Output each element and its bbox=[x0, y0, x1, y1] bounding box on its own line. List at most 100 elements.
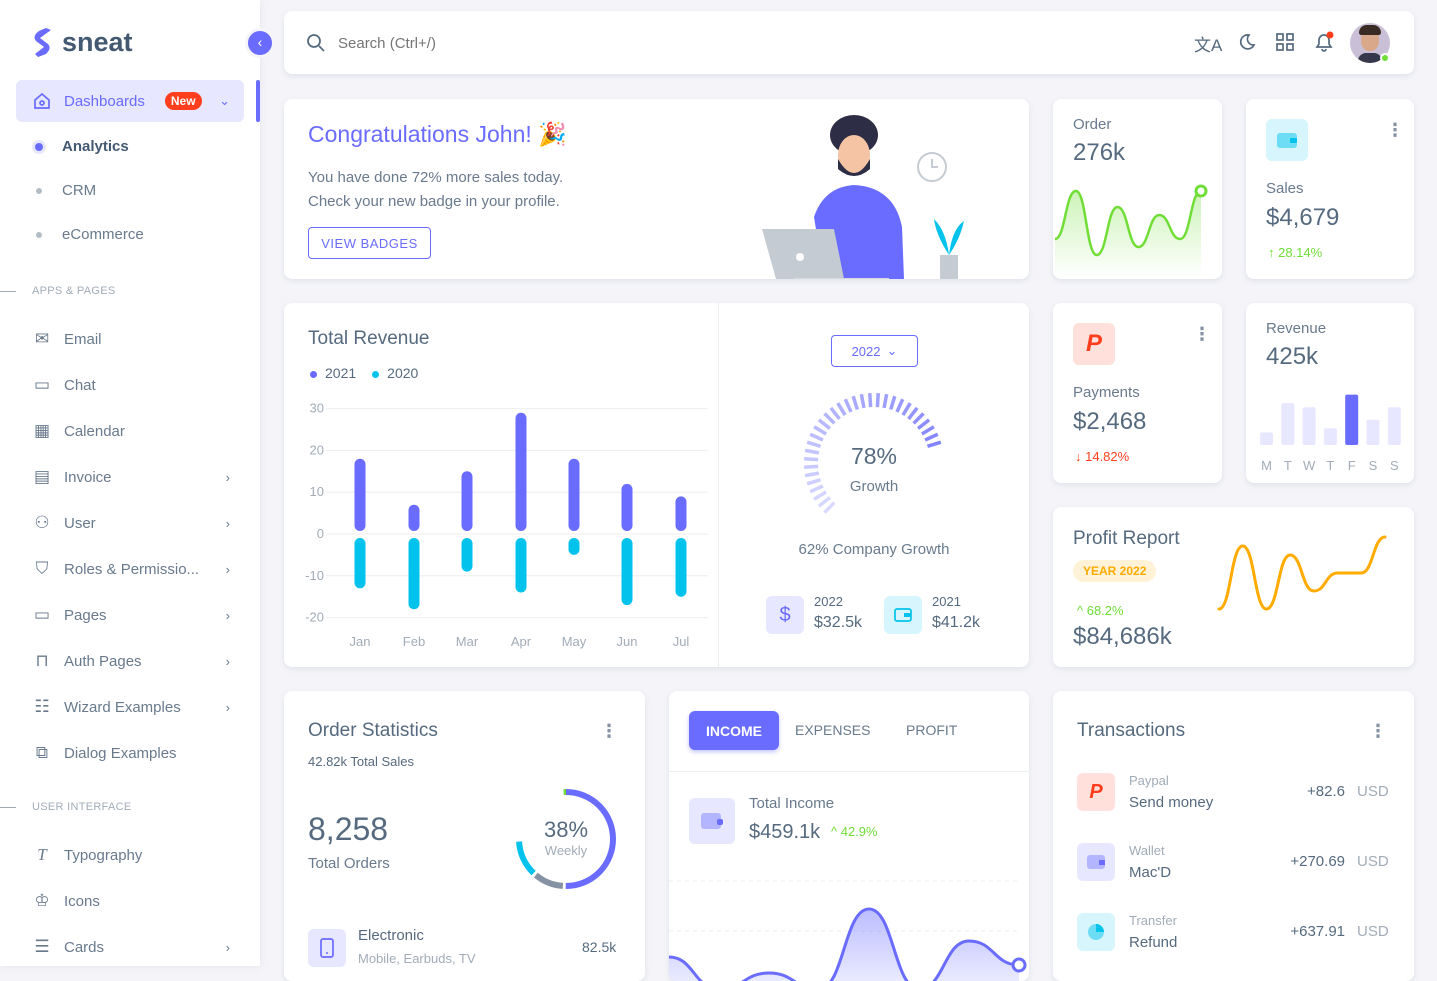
x-tick-label: Jan bbox=[350, 634, 371, 649]
sidebar-item-wizard-examples[interactable]: ☷ Wizard Examples › bbox=[16, 686, 244, 728]
sidebar-item-dashboards[interactable]: Dashboards New ⌄ bbox=[16, 80, 244, 122]
congrats-card: Congratulations John! 🎉 You have done 72… bbox=[284, 99, 1029, 279]
icons-icon: ♔ bbox=[34, 891, 50, 910]
sidebar-item-label: Cards bbox=[64, 938, 105, 956]
growth-percent: 78% bbox=[850, 443, 898, 469]
y-tick-label: -20 bbox=[305, 610, 324, 625]
y-tick-label: 30 bbox=[310, 401, 324, 416]
bullet-icon bbox=[36, 231, 42, 238]
sidebar-item-user[interactable]: ⚇ User › bbox=[16, 502, 244, 544]
chevron-right-icon: › bbox=[225, 653, 230, 669]
transaction-type: Wallet bbox=[1129, 843, 1165, 858]
cards-icon: ☰ bbox=[34, 937, 50, 956]
sidebar-item-label: Email bbox=[64, 330, 102, 348]
chevron-right-icon: › bbox=[225, 939, 230, 955]
translate-icon[interactable]: 文A bbox=[1194, 31, 1222, 56]
income-card: INCOME EXPENSES PROFIT Total Income $459… bbox=[669, 691, 1029, 981]
tab-income[interactable]: INCOME bbox=[689, 711, 779, 750]
pages-icon: ▭ bbox=[33, 605, 51, 624]
x-tick-label: Mar bbox=[456, 634, 479, 649]
bar-2021-Jun bbox=[621, 483, 633, 531]
chevron-right-icon: › bbox=[225, 515, 230, 531]
x-tick-label: May bbox=[562, 634, 587, 649]
chart-icon bbox=[1077, 913, 1115, 951]
moon-icon[interactable] bbox=[1237, 32, 1257, 52]
sidebar-subitem-ecommerce[interactable]: eCommerce bbox=[36, 226, 144, 243]
sidebar-subitem-crm[interactable]: CRM bbox=[36, 182, 96, 199]
profit-title: Profit Report bbox=[1073, 528, 1180, 549]
sidebar-item-invoice[interactable]: ▤ Invoice › bbox=[16, 456, 244, 498]
transactions-title: Transactions bbox=[1077, 720, 1186, 741]
sidebar-item-roles-permissio[interactable]: ⛉ Roles & Permissio... › bbox=[16, 548, 244, 590]
total-orders-value: 8,258 bbox=[308, 811, 389, 847]
search-input[interactable] bbox=[338, 29, 738, 57]
category-value: 82.5k bbox=[582, 939, 617, 955]
sidebar-item-calendar[interactable]: ▦ Calendar bbox=[16, 410, 244, 452]
wallet-icon bbox=[689, 798, 735, 844]
collapse-sidebar-button[interactable]: ‹ bbox=[245, 28, 275, 58]
chevron-right-icon: › bbox=[225, 607, 230, 623]
section-apps-pages: APPS & PAGES bbox=[0, 285, 116, 297]
transaction-amount: +270.69 bbox=[1290, 853, 1345, 870]
revenue-bar-3 bbox=[1323, 428, 1337, 445]
sidebar-item-chat[interactable]: ▭ Chat bbox=[16, 364, 244, 406]
sidebar: sneat ‹ Dashboards New ⌄ Analytics CRM eCo… bbox=[0, 0, 275, 968]
gauge-tick bbox=[836, 402, 847, 416]
transaction-type: Transfer bbox=[1129, 913, 1177, 928]
bell-icon[interactable] bbox=[1313, 31, 1335, 53]
income-change: ^ 42.9% bbox=[831, 824, 878, 839]
revenue-bar-0 bbox=[1260, 432, 1273, 445]
y-tick-label: -10 bbox=[305, 568, 324, 583]
grid-icon[interactable] bbox=[1276, 33, 1294, 51]
gauge-tick bbox=[843, 398, 853, 413]
view-badges-button[interactable]: VIEW BADGES bbox=[308, 227, 431, 259]
sidebar-subitem-analytics[interactable]: Analytics bbox=[35, 138, 129, 155]
profit-value: $84,686k bbox=[1073, 623, 1172, 650]
sidebar-item-email[interactable]: ✉ Email bbox=[16, 318, 244, 360]
sidebar-item-auth-pages[interactable]: ⊓ Auth Pages › bbox=[16, 640, 244, 682]
sidebar-item-dialog-examples[interactable]: ⧉ Dialog Examples bbox=[16, 732, 244, 774]
bar-2021-Feb bbox=[408, 504, 420, 531]
man-with-laptop-illustration bbox=[762, 115, 964, 279]
year-select[interactable]: 2022 ⌄ bbox=[831, 335, 918, 367]
sidebar-item-typography[interactable]: T Typography bbox=[16, 834, 244, 876]
divider bbox=[669, 771, 1029, 772]
chevron-down-icon: ⌄ bbox=[219, 93, 230, 108]
tab-expenses[interactable]: EXPENSES bbox=[795, 722, 870, 738]
gauge-tick bbox=[829, 406, 841, 420]
gauge-tick bbox=[882, 393, 889, 409]
sidebar-item-pages[interactable]: ▭ Pages › bbox=[16, 594, 244, 636]
home-icon bbox=[32, 91, 52, 111]
wallet-icon bbox=[1266, 119, 1308, 161]
category-desc: Mobile, Earbuds, TV bbox=[358, 951, 476, 966]
sidebar-item-label: Typography bbox=[64, 846, 143, 864]
gauge-tick bbox=[804, 457, 819, 462]
sidebar-item-icons[interactable]: ♔ Icons bbox=[16, 880, 244, 922]
gauge-tick bbox=[895, 398, 905, 413]
sidebar-item-cards[interactable]: ☰ Cards › bbox=[16, 926, 244, 968]
order-stats-more-menu[interactable]: ⋮ bbox=[600, 722, 618, 740]
congrats-text-2: Check your new badge in your profile. bbox=[308, 193, 560, 210]
order-area bbox=[1055, 191, 1201, 279]
growth-label: Growth bbox=[849, 478, 899, 495]
revenue-label: Revenue bbox=[1266, 320, 1327, 337]
gauge-tick bbox=[901, 402, 912, 416]
payments-change: ↓ 14.82% bbox=[1075, 449, 1130, 464]
transactions-more-menu[interactable]: ⋮ bbox=[1369, 722, 1387, 740]
tab-profit[interactable]: PROFIT bbox=[906, 722, 957, 738]
order-value: 276k bbox=[1073, 139, 1126, 166]
new-badge: New bbox=[164, 92, 202, 110]
chat-icon: ▭ bbox=[33, 375, 51, 394]
revenue-bar-5 bbox=[1366, 419, 1380, 445]
logo[interactable]: sneat bbox=[32, 26, 133, 58]
sales-more-menu[interactable]: ⋮ bbox=[1386, 121, 1404, 139]
profit-line bbox=[1217, 535, 1387, 611]
paypal-icon: P bbox=[1077, 773, 1115, 811]
donut-label: Weekly bbox=[544, 843, 588, 858]
transaction-amount: +637.91 bbox=[1290, 923, 1345, 940]
order-card: Order 276k bbox=[1053, 99, 1222, 279]
payments-more-menu[interactable]: ⋮ bbox=[1193, 325, 1211, 343]
weekly-revenue-chart: MTWTFSS bbox=[1260, 394, 1401, 473]
transaction-desc: Send money bbox=[1129, 794, 1214, 811]
order-endpoint bbox=[1194, 184, 1208, 198]
